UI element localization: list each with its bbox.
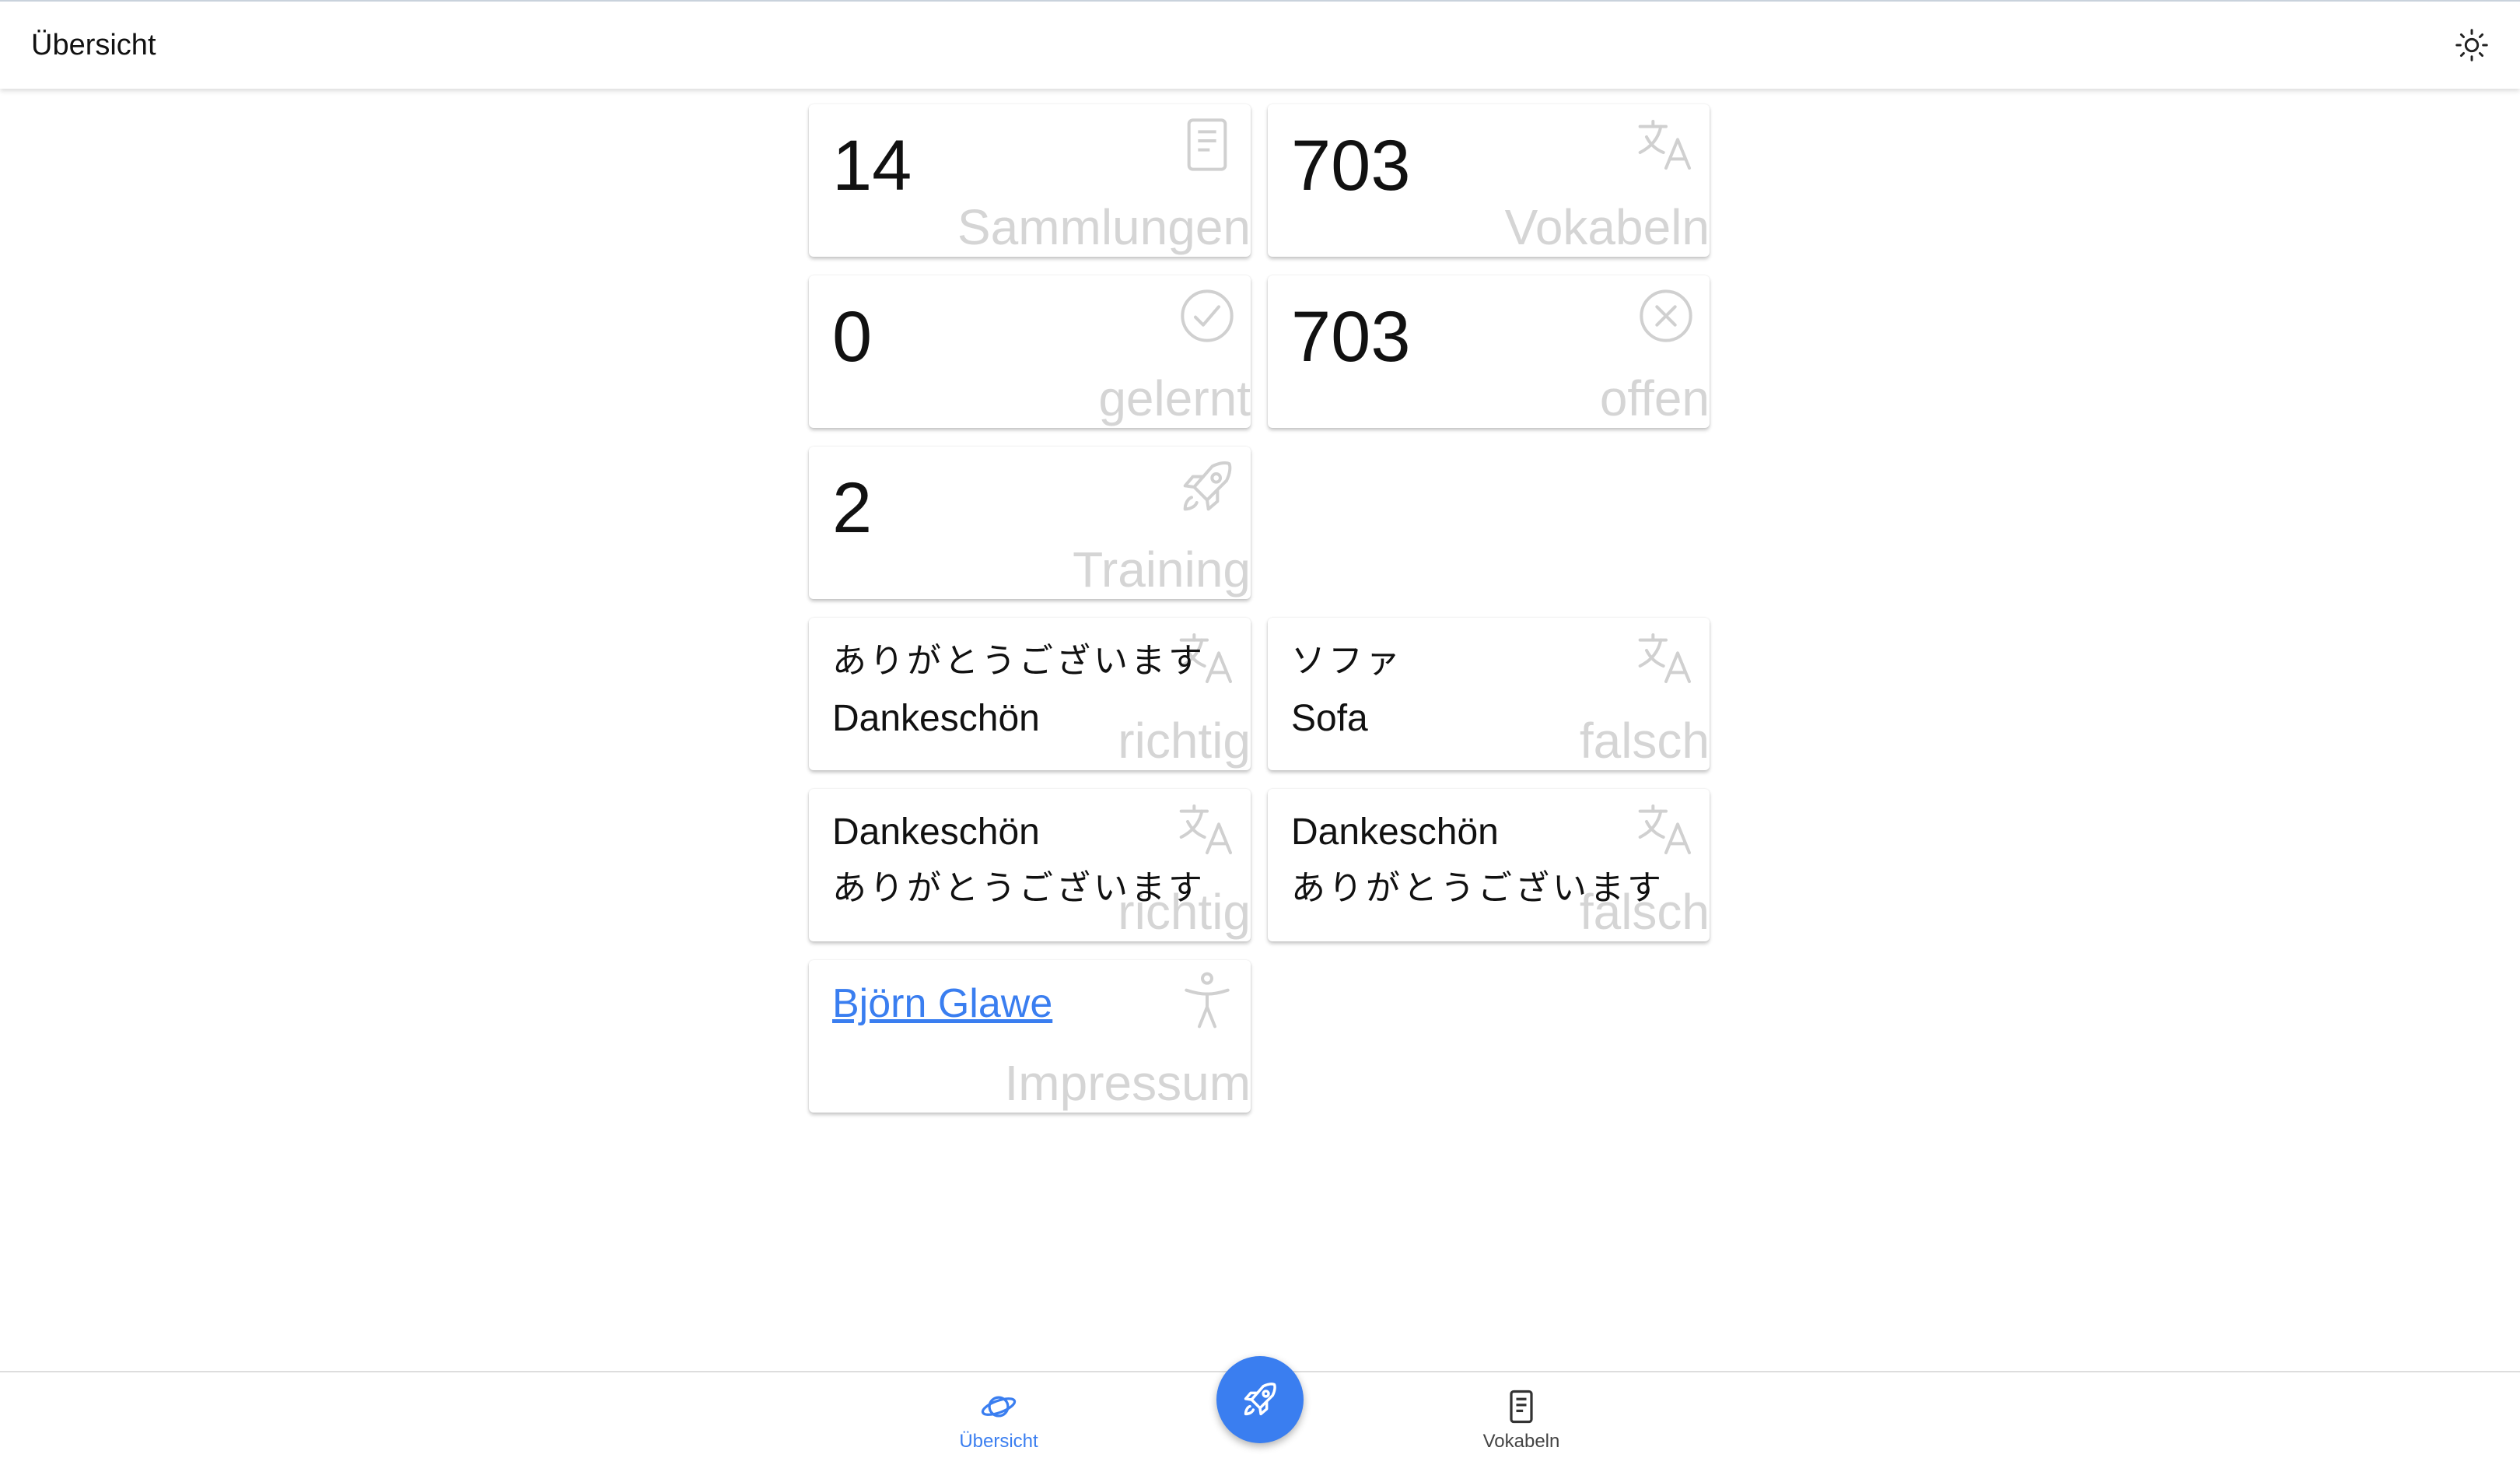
result-label: richtig — [1118, 713, 1251, 769]
rocket-icon — [1244, 1383, 1276, 1416]
answer-text: Sofa — [1291, 698, 1368, 739]
stat-card-learned[interactable]: 0 gelernt — [809, 275, 1251, 428]
document-icon — [1510, 1390, 1533, 1424]
impressum-link[interactable]: Björn Glawe — [832, 979, 1052, 1029]
answer-text: Dankeschön — [832, 698, 1040, 739]
stat-value: 703 — [1291, 297, 1411, 377]
planet-icon — [981, 1396, 1017, 1418]
sun-icon — [2455, 29, 2488, 61]
recent-answer-card[interactable]: Dankeschön ありがとうございます falsch — [1268, 789, 1710, 941]
recent-answer-card[interactable]: ソファ Sofa falsch — [1268, 618, 1710, 770]
nav-label: Vokabeln — [1482, 1431, 1560, 1452]
rocket-icon — [1183, 461, 1232, 511]
stat-label: Vokabeln — [1504, 199, 1710, 255]
nav-label: Übersicht — [959, 1431, 1038, 1452]
stat-label: gelernt — [1098, 370, 1251, 426]
question-text: Dankeschön — [832, 811, 1040, 853]
result-label: falsch — [1579, 713, 1710, 769]
stat-card-collections[interactable]: 14 Sammlungen — [809, 104, 1251, 257]
page-title: Übersicht — [31, 29, 156, 61]
translate-icon — [1638, 120, 1691, 170]
top-app-bar: Übersicht — [0, 0, 2520, 89]
recent-answer-card[interactable]: ありがとうございます Dankeschön richtig — [809, 618, 1251, 770]
document-icon — [1187, 118, 1227, 171]
answer-text: ありがとうございます — [1291, 868, 1664, 908]
question-text: ありがとうございます — [832, 641, 1206, 681]
translate-icon — [1638, 633, 1691, 683]
stat-card-training[interactable]: 2 Training — [809, 447, 1251, 599]
translate-icon — [1179, 804, 1232, 854]
stat-value: 2 — [832, 468, 873, 548]
stat-card-open[interactable]: 703 offen — [1268, 275, 1710, 428]
accessibility-icon — [1185, 972, 1230, 1029]
impressum-card: Björn Glawe Impressum — [809, 960, 1251, 1113]
check-circle-icon — [1181, 289, 1234, 342]
nav-item-overview[interactable]: Übersicht — [929, 1386, 1069, 1456]
stat-value: 0 — [832, 297, 873, 377]
recent-answer-card[interactable]: Dankeschön ありがとうございます richtig — [809, 789, 1251, 941]
stat-value: 14 — [832, 126, 912, 205]
x-circle-icon — [1640, 289, 1692, 342]
stat-value: 703 — [1291, 126, 1411, 205]
answer-text: ありがとうございます — [832, 868, 1206, 908]
translate-icon — [1638, 804, 1691, 854]
question-text: ソファ — [1291, 641, 1403, 681]
theme-toggle-button[interactable] — [2452, 25, 2492, 65]
nav-item-vocab[interactable]: Vokabeln — [1451, 1386, 1591, 1456]
impressum-label: Impressum — [1004, 1055, 1251, 1111]
stat-card-vocab[interactable]: 703 Vokabeln — [1268, 104, 1710, 257]
stat-label: Sammlungen — [957, 199, 1251, 255]
start-training-fab[interactable] — [1216, 1356, 1304, 1443]
stat-label: offen — [1599, 370, 1710, 426]
question-text: Dankeschön — [1291, 811, 1499, 853]
stat-label: Training — [1073, 541, 1251, 598]
